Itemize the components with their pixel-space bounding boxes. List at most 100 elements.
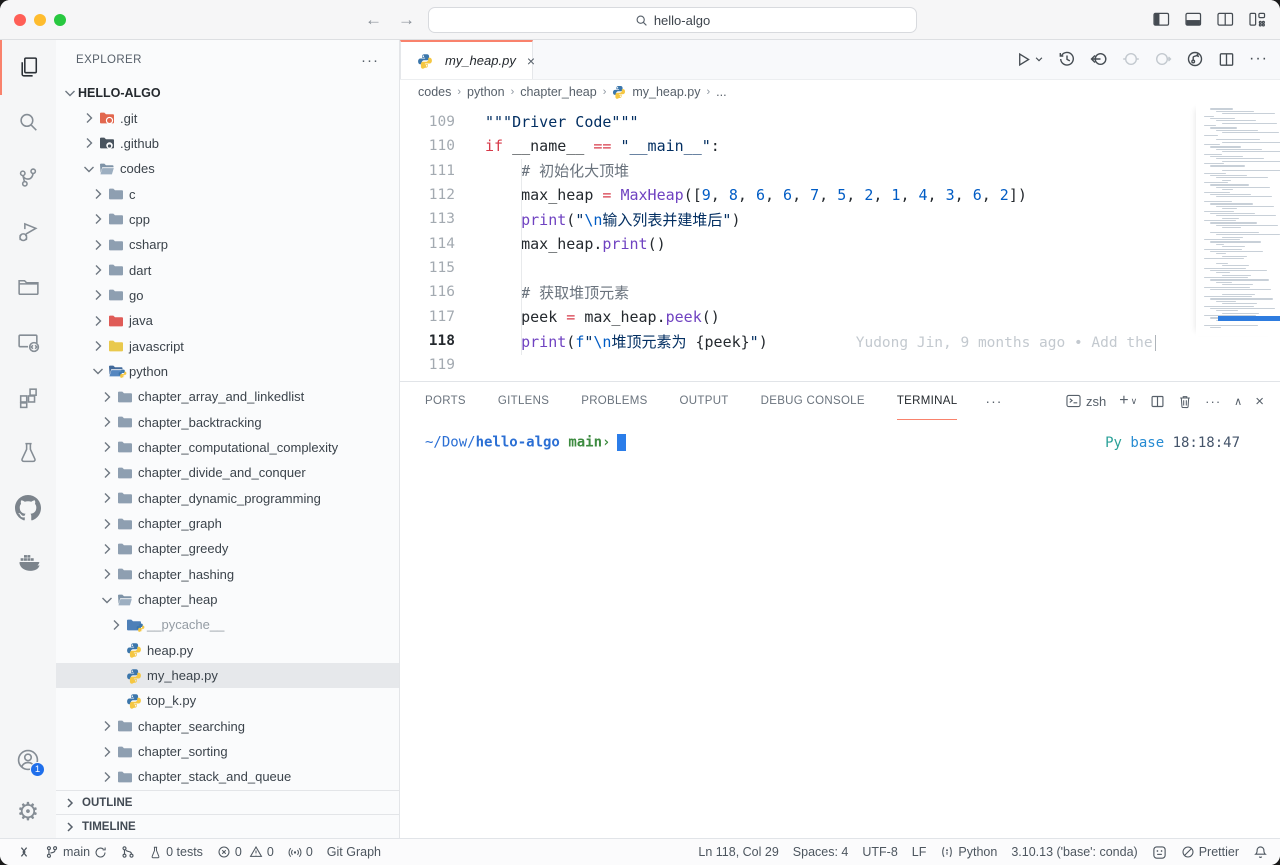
status-eol[interactable]: LF (905, 845, 934, 859)
breadcrumb-item[interactable]: codes (418, 85, 451, 99)
tree-item-javascript[interactable]: javascript (56, 333, 399, 358)
explorer-more-actions[interactable]: ··· (361, 52, 379, 69)
maximize-panel-icon[interactable]: ∧ (1234, 395, 1242, 408)
panel-tab-gitlens[interactable]: GITLENS (498, 382, 549, 420)
navigate-back-icon[interactable]: ← (365, 10, 382, 30)
tree-item--git[interactable]: .git (56, 105, 399, 130)
tree-item-top-k-py[interactable]: top_k.py (56, 688, 399, 713)
tree-item--pycache-[interactable]: __pycache__ (56, 612, 399, 637)
run-python-file-button[interactable] (1015, 51, 1044, 68)
status-prettier[interactable]: Prettier (1174, 845, 1246, 859)
terminal-profile[interactable]: zsh (1066, 394, 1106, 409)
git-action-icon[interactable] (1186, 50, 1204, 68)
activity-search[interactable] (0, 95, 56, 150)
tree-item-chapter-computational-complexity[interactable]: chapter_computational_complexity (56, 435, 399, 460)
close-tab-icon[interactable]: × (527, 53, 535, 69)
activity-project-folder[interactable] (0, 260, 56, 315)
split-editor-icon[interactable] (1218, 51, 1235, 68)
tree-item-chapter-divide-and-conquer[interactable]: chapter_divide_and_conquer (56, 460, 399, 485)
navigate-forward-icon[interactable]: → (398, 10, 415, 30)
tree-item-codes[interactable]: codes (56, 156, 399, 181)
activity-explorer[interactable] (0, 40, 56, 95)
terminal[interactable]: ~/Dow/hello-algo main› Py base 18:18:47 (400, 420, 1280, 838)
activity-settings[interactable]: ⚙ (0, 786, 56, 838)
split-editor-right-icon[interactable] (1217, 12, 1234, 27)
status-git-graph[interactable]: Git Graph (320, 839, 388, 865)
minimap[interactable] (1196, 104, 1280, 336)
status-interpreter[interactable]: 3.10.13 ('base': conda) (1004, 845, 1144, 859)
tree-item-chapter-sorting[interactable]: chapter_sorting (56, 739, 399, 764)
status-branch[interactable]: main (38, 839, 114, 865)
tree-item-root[interactable]: HELLO-ALGO (56, 80, 399, 105)
new-terminal-button[interactable]: +∨ (1119, 392, 1137, 410)
panel-tab-terminal[interactable]: TERMINAL (897, 382, 958, 420)
status-cursor-position[interactable]: Ln 118, Col 29 (691, 845, 785, 859)
activity-accounts[interactable]: 1 (0, 734, 56, 786)
tree-item-go[interactable]: go (56, 283, 399, 308)
panel-more-tabs-icon[interactable]: ··· (985, 393, 1002, 409)
tree-item-heap-py[interactable]: heap.py (56, 638, 399, 663)
tree-item-chapter-backtracking[interactable]: chapter_backtracking (56, 409, 399, 434)
panel-tab-output[interactable]: OUTPUT (680, 382, 729, 420)
tree-item-dart[interactable]: dart (56, 257, 399, 282)
tree-item-chapter-heap[interactable]: chapter_heap (56, 587, 399, 612)
breadcrumb-item[interactable]: my_heap.py (632, 85, 700, 99)
tree-item-c[interactable]: c (56, 181, 399, 206)
tree-item--github[interactable]: .github (56, 131, 399, 156)
tree-item-my-heap-py[interactable]: my_heap.py (56, 663, 399, 688)
toggle-sidebar-icon[interactable] (1153, 12, 1170, 27)
breadcrumb-item[interactable]: chapter_heap (520, 85, 596, 99)
status-notifications[interactable] (1246, 845, 1268, 860)
more-actions-icon[interactable]: ··· (1249, 50, 1268, 68)
panel-tab-ports[interactable]: PORTS (425, 382, 466, 420)
tree-item-chapter-greedy[interactable]: chapter_greedy (56, 536, 399, 561)
customize-layout-icon[interactable] (1249, 12, 1266, 27)
panel-more-actions-icon[interactable]: ··· (1205, 394, 1221, 409)
status-tests[interactable]: 0 tests (142, 839, 210, 865)
tree-item-chapter-stack-and-queue[interactable]: chapter_stack_and_queue (56, 764, 399, 789)
trash-icon[interactable] (1178, 394, 1192, 409)
command-center-search[interactable]: hello-algo (428, 7, 917, 33)
activity-github[interactable] (0, 480, 56, 535)
close-window-button[interactable] (14, 14, 26, 26)
status-git-graph-icon-item[interactable] (114, 839, 142, 865)
tree-item-chapter-hashing[interactable]: chapter_hashing (56, 562, 399, 587)
outline-section[interactable]: OUTLINE (56, 790, 399, 814)
tree-item-chapter-graph[interactable]: chapter_graph (56, 511, 399, 536)
tree-item-chapter-dynamic-programming[interactable]: chapter_dynamic_programming (56, 486, 399, 511)
split-terminal-icon[interactable] (1150, 394, 1165, 409)
status-feedback[interactable]: 0 (281, 839, 320, 865)
panel-tab-problems[interactable]: PROBLEMS (581, 382, 647, 420)
minimize-window-button[interactable] (34, 14, 46, 26)
forward-disabled-icon[interactable] (1154, 50, 1172, 68)
tab-my-heap-py[interactable]: my_heap.py × (400, 40, 533, 79)
tree-item-chapter-searching[interactable]: chapter_searching (56, 714, 399, 739)
activity-run-debug[interactable] (0, 205, 56, 260)
remote-indicator[interactable] (10, 839, 38, 865)
breadcrumb-item[interactable]: python (467, 85, 505, 99)
breadcrumb-item[interactable]: ... (716, 85, 726, 99)
previous-change-icon[interactable] (1090, 50, 1108, 68)
status-problems[interactable]: 0 0 (210, 839, 281, 865)
zoom-window-button[interactable] (54, 14, 66, 26)
tree-item-csharp[interactable]: csharp (56, 232, 399, 257)
activity-docker[interactable] (0, 535, 56, 590)
timeline-section[interactable]: TIMELINE (56, 814, 399, 838)
close-panel-icon[interactable]: × (1255, 393, 1264, 410)
tree-item-chapter-array-and-linkedlist[interactable]: chapter_array_and_linkedlist (56, 384, 399, 409)
activity-source-control[interactable] (0, 150, 56, 205)
toggle-panel-icon[interactable] (1185, 12, 1202, 27)
panel-tab-debug-console[interactable]: DEBUG CONSOLE (761, 382, 865, 420)
status-indentation[interactable]: Spaces: 4 (786, 845, 856, 859)
back-disabled-icon[interactable] (1122, 50, 1140, 68)
tree-item-java[interactable]: java (56, 308, 399, 333)
code-editor[interactable]: 109"""Driver Code""" 110if __name__ == "… (400, 104, 1280, 381)
activity-remote-explorer[interactable] (0, 315, 56, 370)
status-extension-box[interactable] (1145, 845, 1174, 860)
tree-item-cpp[interactable]: cpp (56, 207, 399, 232)
activity-testing[interactable] (0, 425, 56, 480)
status-language[interactable]: Python (933, 845, 1004, 859)
timeline-history-icon[interactable] (1058, 50, 1076, 68)
minimap-slider[interactable] (1218, 316, 1280, 321)
tree-item-python[interactable]: python (56, 359, 399, 384)
